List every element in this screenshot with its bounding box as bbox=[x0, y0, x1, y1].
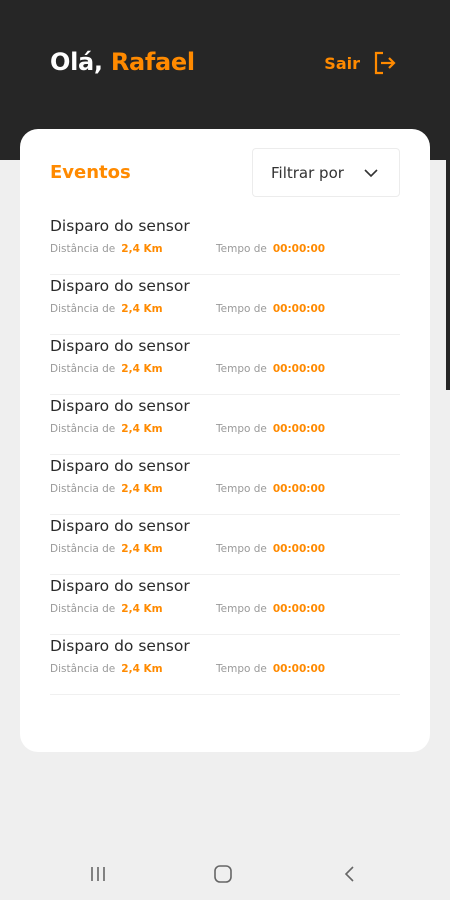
system-navbar bbox=[0, 850, 450, 900]
distance-label: Distância de bbox=[50, 363, 116, 375]
event-distance: Distância de 2,4 Km bbox=[50, 243, 163, 255]
event-distance: Distância de 2,4 Km bbox=[50, 663, 163, 675]
chevron-down-icon bbox=[364, 169, 378, 178]
time-value: 00:00:00 bbox=[272, 603, 326, 615]
user-name: Rafael bbox=[110, 48, 195, 76]
distance-value: 2,4 Km bbox=[121, 483, 163, 495]
time-label: Tempo de bbox=[216, 603, 267, 615]
distance-label: Distância de bbox=[50, 423, 116, 435]
time-value: 00:00:00 bbox=[272, 243, 326, 255]
time-value: 00:00:00 bbox=[272, 423, 326, 435]
distance-label: Distância de bbox=[50, 243, 116, 255]
event-distance: Distância de 2,4 Km bbox=[50, 423, 163, 435]
event-item[interactable]: Disparo do sensor Distância de 2,4 Km Tempo… bbox=[50, 635, 400, 695]
event-item[interactable]: Disparo do sensor Distância de 2,4 Km Tempo… bbox=[50, 515, 400, 575]
logout-button[interactable]: Sair bbox=[324, 50, 398, 76]
event-time: Tempo de 00:00:00 bbox=[216, 303, 325, 315]
event-item[interactable]: Disparo do sensor Distância de 2,4 Km Tempo… bbox=[50, 395, 400, 455]
event-title: Disparo do sensor bbox=[50, 337, 190, 355]
time-value: 00:00:00 bbox=[272, 363, 326, 375]
distance-value: 2,4 Km bbox=[121, 423, 163, 435]
distance-label: Distância de bbox=[50, 603, 116, 615]
event-title: Disparo do sensor bbox=[50, 457, 190, 475]
time-value: 00:00:00 bbox=[272, 303, 326, 315]
event-item[interactable]: Disparo do sensor Distância de 2,4 Km Tempo… bbox=[50, 275, 400, 335]
distance-label: Distância de bbox=[50, 303, 116, 315]
distance-value: 2,4 Km bbox=[121, 663, 163, 675]
time-value: 00:00:00 bbox=[272, 663, 326, 675]
distance-value: 2,4 Km bbox=[121, 603, 163, 615]
event-distance: Distância de 2,4 Km bbox=[50, 303, 163, 315]
time-label: Tempo de bbox=[216, 543, 267, 555]
distance-value: 2,4 Km bbox=[121, 303, 163, 315]
event-time: Tempo de 00:00:00 bbox=[216, 363, 325, 375]
event-title: Disparo do sensor bbox=[50, 517, 190, 535]
distance-value: 2,4 Km bbox=[121, 363, 163, 375]
distance-value: 2,4 Km bbox=[121, 243, 163, 255]
distance-value: 2,4 Km bbox=[121, 543, 163, 555]
distance-label: Distância de bbox=[50, 543, 116, 555]
event-title: Disparo do sensor bbox=[50, 397, 190, 415]
events-title: Eventos bbox=[50, 162, 131, 183]
distance-label: Distância de bbox=[50, 663, 116, 675]
time-value: 00:00:00 bbox=[272, 543, 326, 555]
event-title: Disparo do sensor bbox=[50, 277, 190, 295]
event-distance: Distância de 2,4 Km bbox=[50, 483, 163, 495]
event-distance: Distância de 2,4 Km bbox=[50, 543, 163, 555]
events-list: Disparo do sensor Distância de 2,4 Km Tempo… bbox=[50, 215, 400, 695]
event-time: Tempo de 00:00:00 bbox=[216, 663, 325, 675]
event-item[interactable]: Disparo do sensor Distância de 2,4 Km Tempo… bbox=[50, 575, 400, 635]
time-value: 00:00:00 bbox=[272, 483, 326, 495]
filter-label: Filtrar por bbox=[271, 163, 344, 182]
event-time: Tempo de 00:00:00 bbox=[216, 423, 325, 435]
time-label: Tempo de bbox=[216, 423, 267, 435]
event-time: Tempo de 00:00:00 bbox=[216, 243, 325, 255]
greeting-prefix: Olá, bbox=[50, 48, 103, 76]
back-icon[interactable] bbox=[340, 864, 360, 884]
event-item[interactable]: Disparo do sensor Distância de 2,4 Km Tempo… bbox=[50, 215, 400, 275]
event-title: Disparo do sensor bbox=[50, 217, 190, 235]
logout-label: Sair bbox=[324, 53, 360, 73]
event-time: Tempo de 00:00:00 bbox=[216, 543, 325, 555]
event-distance: Distância de 2,4 Km bbox=[50, 363, 163, 375]
time-label: Tempo de bbox=[216, 243, 267, 255]
time-label: Tempo de bbox=[216, 363, 267, 375]
time-label: Tempo de bbox=[216, 483, 267, 495]
event-item[interactable]: Disparo do sensor Distância de 2,4 Km Tempo… bbox=[50, 335, 400, 395]
event-title: Disparo do sensor bbox=[50, 577, 190, 595]
time-label: Tempo de bbox=[216, 303, 267, 315]
event-title: Disparo do sensor bbox=[50, 637, 190, 655]
home-icon[interactable] bbox=[212, 864, 234, 884]
event-time: Tempo de 00:00:00 bbox=[216, 483, 325, 495]
recent-apps-icon[interactable] bbox=[88, 864, 108, 884]
events-card: Eventos Filtrar por Disparo do sensor Dis… bbox=[20, 129, 430, 752]
filter-dropdown[interactable]: Filtrar por bbox=[252, 148, 400, 197]
event-distance: Distância de 2,4 Km bbox=[50, 603, 163, 615]
time-label: Tempo de bbox=[216, 663, 267, 675]
logout-icon bbox=[374, 51, 396, 75]
header-edge-strip bbox=[446, 160, 450, 390]
distance-label: Distância de bbox=[50, 483, 116, 495]
event-item[interactable]: Disparo do sensor Distância de 2,4 Km Tempo… bbox=[50, 455, 400, 515]
greeting: Olá, Rafael bbox=[50, 48, 195, 76]
event-time: Tempo de 00:00:00 bbox=[216, 603, 325, 615]
